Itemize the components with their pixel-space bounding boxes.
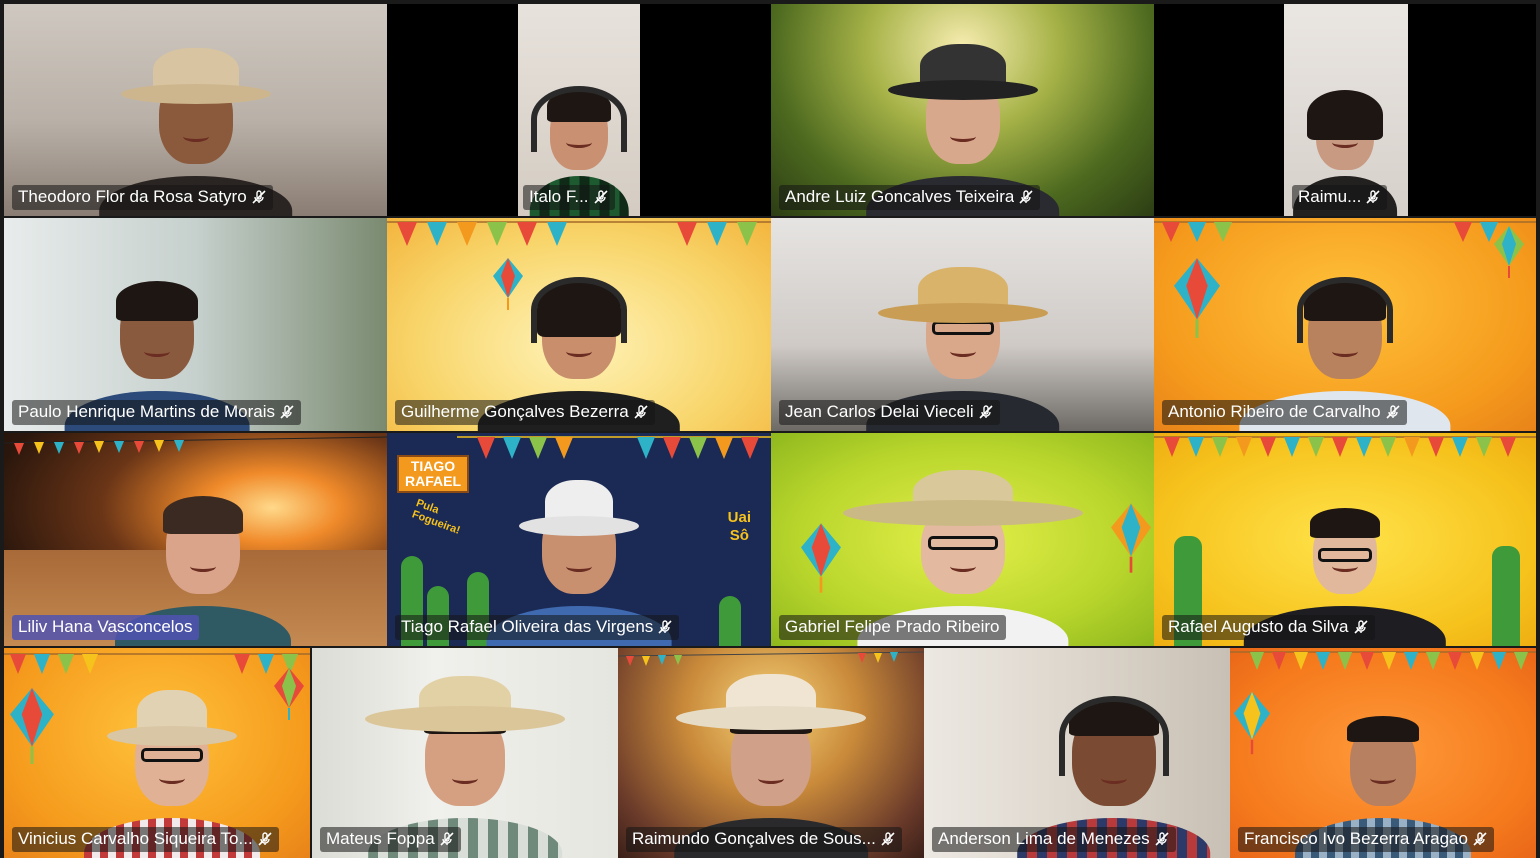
participant-name: Francisco Ivo Bezerra Aragao bbox=[1244, 829, 1468, 848]
video-tile-guilherme[interactable]: Guilherme Gonçalves Bezerra bbox=[387, 218, 771, 431]
mic-off-icon bbox=[1353, 620, 1368, 634]
participant-name: Raimu... bbox=[1298, 187, 1362, 206]
video-tile-liliv[interactable]: Liliv Hana Vasconcelos bbox=[4, 433, 387, 646]
video-tile-tiago[interactable]: TIAGO RAFAEL Pula Fogueira! Uai Sô Tiago… bbox=[387, 433, 771, 646]
lantern-decoration bbox=[801, 523, 841, 593]
mic-off-icon bbox=[1386, 405, 1400, 419]
participant-name: Theodoro Flor da Rosa Satyro bbox=[18, 187, 247, 206]
video-tile-andre[interactable]: Andre Luiz Goncalves Teixeira bbox=[771, 4, 1154, 216]
bunting-decoration bbox=[1154, 436, 1536, 457]
participant-name: Tiago Rafael Oliveira das Virgens bbox=[401, 617, 654, 636]
video-tile-antonio[interactable]: Antonio Ribeiro de Carvalho bbox=[1154, 218, 1536, 431]
name-tag: Paulo Henrique Martins de Morais bbox=[12, 400, 302, 425]
name-tag: Anderson Lima de Menezes bbox=[932, 827, 1176, 852]
participant-name: Gabriel Felipe Prado Ribeiro bbox=[785, 617, 1000, 636]
name-tag: Liliv Hana Vasconcelos bbox=[12, 615, 199, 640]
video-tile-mateus[interactable]: Mateus Foppa bbox=[312, 648, 618, 858]
mic-off-icon bbox=[252, 190, 266, 204]
mic-off-icon bbox=[593, 190, 608, 204]
name-tag: Raimundo Gonçalves de Sous... bbox=[626, 827, 902, 852]
lantern-decoration bbox=[1494, 226, 1524, 278]
name-tag: Italo F... bbox=[523, 185, 615, 210]
video-tile-raimundo[interactable]: Raimundo Gonçalves de Sous... bbox=[618, 648, 924, 858]
participant-name: Anderson Lima de Menezes bbox=[938, 829, 1150, 848]
video-tile-anderson[interactable]: Anderson Lima de Menezes bbox=[924, 648, 1230, 858]
video-tile-jean[interactable]: Jean Carlos Delai Vieceli bbox=[771, 218, 1154, 431]
video-tile-rafael[interactable]: Rafael Augusto da Silva bbox=[1154, 433, 1536, 646]
name-tag: Mateus Foppa bbox=[320, 827, 461, 852]
participant-name: Antonio Ribeiro de Carvalho bbox=[1168, 402, 1381, 421]
video-tile-francisco[interactable]: Francisco Ivo Bezerra Aragao bbox=[1230, 648, 1536, 858]
participant-name: Paulo Henrique Martins de Morais bbox=[18, 402, 276, 421]
mic-off-icon bbox=[979, 405, 993, 419]
lantern-decoration bbox=[1174, 258, 1220, 338]
participant-name: Raimundo Gonçalves de Sous... bbox=[632, 829, 876, 848]
mic-off-icon bbox=[881, 832, 895, 846]
participant-name: Rafael Augusto da Silva bbox=[1168, 617, 1349, 636]
name-tag: Antonio Ribeiro de Carvalho bbox=[1162, 400, 1407, 425]
participant-name: Jean Carlos Delai Vieceli bbox=[785, 402, 974, 421]
name-tag: Francisco Ivo Bezerra Aragao bbox=[1238, 827, 1494, 852]
participant-name: Mateus Foppa bbox=[326, 829, 435, 848]
sign-uai-so: Uai Sô bbox=[728, 509, 751, 545]
name-tag: Tiago Rafael Oliveira das Virgens bbox=[395, 615, 680, 640]
mic-off-icon bbox=[1019, 190, 1033, 204]
mic-off-icon bbox=[1366, 190, 1380, 204]
name-tag: Gabriel Felipe Prado Ribeiro bbox=[779, 615, 1006, 640]
video-tile-italo[interactable]: Italo F... bbox=[387, 4, 771, 216]
lantern-decoration bbox=[1111, 503, 1151, 573]
video-tile-vinicius[interactable]: Vinicius Carvalho Siqueira To... bbox=[4, 648, 310, 858]
mic-off-icon bbox=[1473, 832, 1487, 846]
name-tag: Vinicius Carvalho Siqueira To... bbox=[12, 827, 279, 852]
mic-off-icon bbox=[658, 620, 672, 634]
lantern-decoration bbox=[10, 688, 54, 764]
video-grid: Theodoro Flor da Rosa Satyro Italo F... … bbox=[0, 0, 1540, 858]
participant-name: Vinicius Carvalho Siqueira To... bbox=[18, 829, 253, 848]
participant-name: Andre Luiz Goncalves Teixeira bbox=[785, 187, 1015, 206]
name-tag: Andre Luiz Goncalves Teixeira bbox=[779, 185, 1041, 210]
participant-name: Liliv Hana Vasconcelos bbox=[18, 617, 193, 636]
name-tag: Raimu... bbox=[1292, 185, 1388, 210]
sign-tiago-top: TIAGO bbox=[410, 458, 456, 474]
video-tile-paulo[interactable]: Paulo Henrique Martins de Morais bbox=[4, 218, 387, 431]
name-tag: Rafael Augusto da Silva bbox=[1162, 615, 1375, 640]
participant-name: Italo F... bbox=[529, 187, 589, 206]
name-tag: Guilherme Gonçalves Bezerra bbox=[395, 400, 655, 425]
sign-tiago-bottom: RAFAEL bbox=[405, 473, 461, 489]
name-tag: Theodoro Flor da Rosa Satyro bbox=[12, 185, 273, 210]
mic-off-icon bbox=[280, 405, 294, 419]
cactus-decoration bbox=[719, 596, 741, 646]
sign-tiago: TIAGO RAFAEL bbox=[397, 455, 469, 493]
bunting-decoration bbox=[4, 653, 310, 674]
bunting-decoration bbox=[1230, 651, 1536, 670]
sign-uai: Uai bbox=[727, 509, 751, 526]
participant-name: Guilherme Gonçalves Bezerra bbox=[401, 402, 629, 421]
video-tile-theodoro[interactable]: Theodoro Flor da Rosa Satyro bbox=[4, 4, 387, 216]
name-tag: Jean Carlos Delai Vieceli bbox=[779, 400, 1000, 425]
mic-off-icon bbox=[440, 832, 454, 846]
video-tile-raimu[interactable]: Raimu... bbox=[1154, 4, 1536, 216]
video-tile-gabriel[interactable]: Gabriel Felipe Prado Ribeiro bbox=[771, 433, 1154, 646]
mic-off-icon bbox=[634, 405, 648, 419]
lantern-decoration bbox=[1234, 691, 1270, 755]
sign-so: Sô bbox=[729, 527, 749, 544]
mic-off-icon bbox=[1155, 832, 1169, 846]
bunting-decoration bbox=[4, 436, 387, 455]
lantern-decoration bbox=[274, 668, 304, 720]
cactus-decoration bbox=[1492, 546, 1520, 646]
mic-off-icon bbox=[258, 832, 272, 846]
